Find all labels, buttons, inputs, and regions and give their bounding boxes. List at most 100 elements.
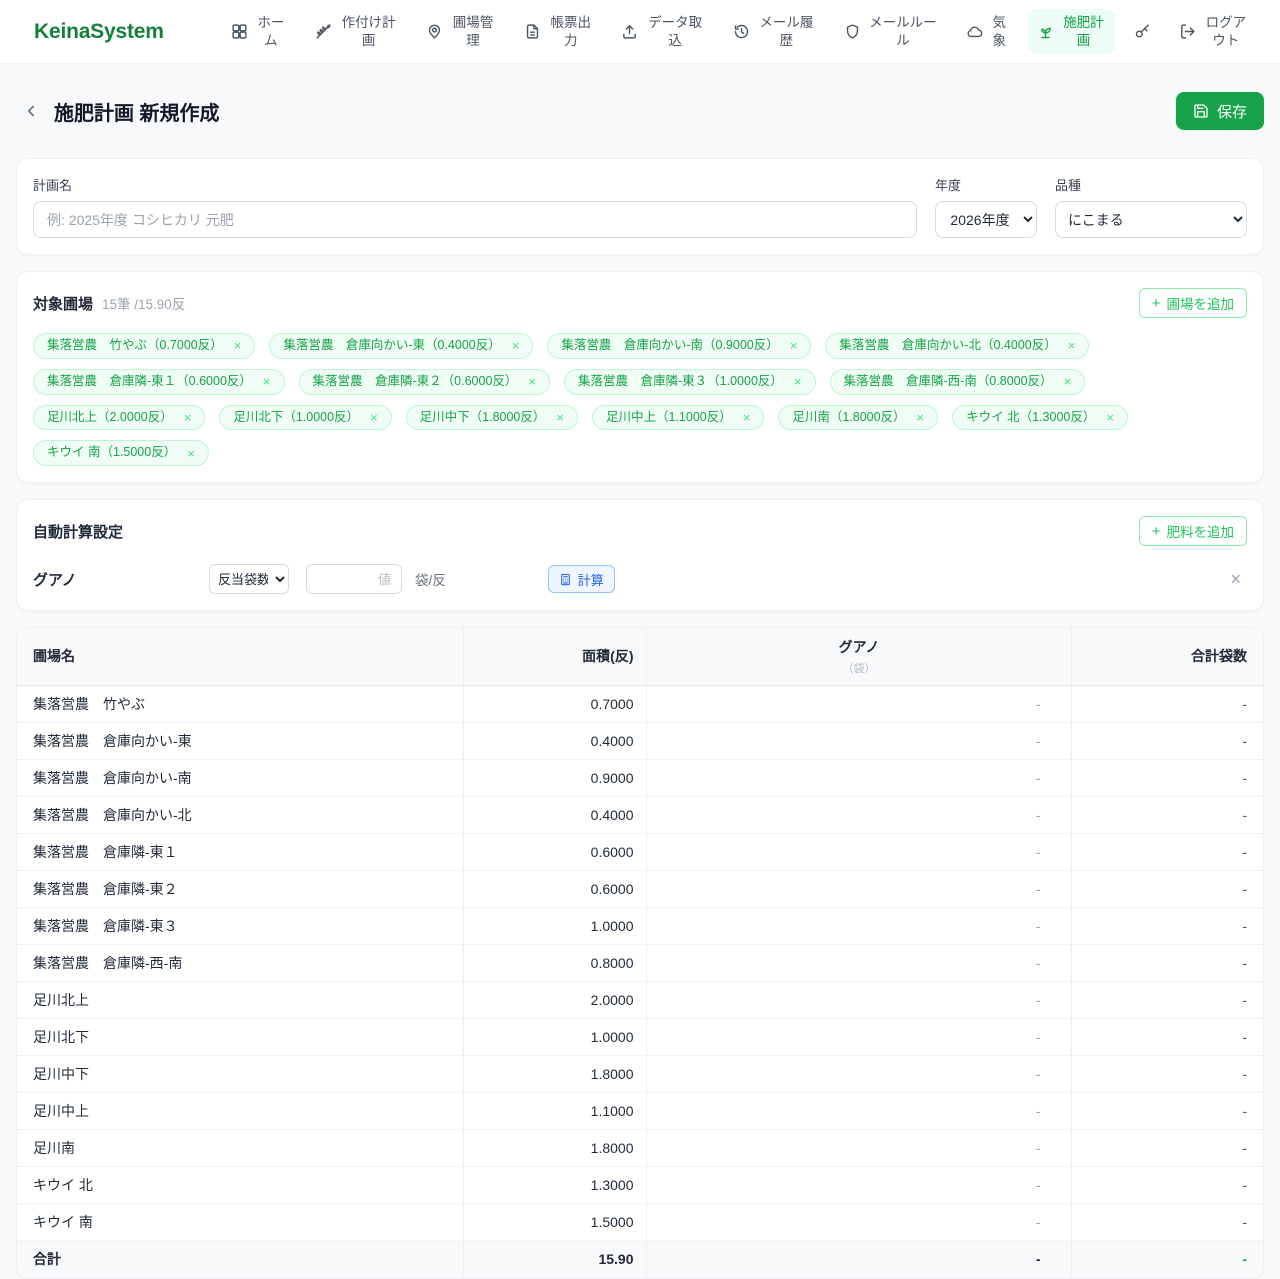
nav-label: データ取込 xyxy=(648,14,703,48)
auto-calc-title: 自動計算設定 xyxy=(33,523,124,541)
cell-total: - xyxy=(1070,759,1263,797)
cell-fertilizer: - xyxy=(645,1055,1071,1093)
calculate-button[interactable]: 計算 xyxy=(547,565,615,593)
nav-item-data-import[interactable]: データ取込 xyxy=(612,9,713,54)
nav-item-home[interactable]: ホーム xyxy=(222,9,296,54)
cell-field-name: 足川南 xyxy=(17,1129,463,1167)
field-tag: 集落営農 倉庫隣-東３（1.0000反） × xyxy=(564,368,816,395)
nav-label: 施肥計画 xyxy=(1063,14,1104,48)
field-tag-label: 足川北下（1.0000反） xyxy=(233,409,360,424)
table-row: キウイ 北 1.3000- - xyxy=(17,1166,1263,1204)
nav-label: メール履歴 xyxy=(759,14,814,48)
cell-field-name: 集落営農 倉庫隣-東１ xyxy=(17,833,463,871)
back-button[interactable] xyxy=(22,102,40,120)
remove-field-icon[interactable]: × xyxy=(184,411,192,424)
nav-label: 帳票出力 xyxy=(550,14,591,48)
page-header: 施肥計画 新規作成 保存 xyxy=(0,64,1280,130)
cell-total: - xyxy=(1070,833,1263,871)
cell-field-name: 集落営農 倉庫向かい-東 xyxy=(17,722,463,760)
cell-area: 0.4000 xyxy=(462,722,646,760)
total-area: 15.90 xyxy=(462,1239,646,1278)
table-row: 集落営農 倉庫向かい-東 0.4000- - xyxy=(17,722,1263,760)
remove-field-icon[interactable]: × xyxy=(556,411,564,424)
add-field-button[interactable]: + 圃場を追加 xyxy=(1138,288,1247,318)
wheat-icon xyxy=(315,23,332,40)
nav-item-report-output[interactable]: 帳票出力 xyxy=(515,9,603,54)
target-fields-summary: 15筆 /15.90反 xyxy=(102,297,186,312)
field-tag-label: 集落営農 倉庫向かい-北（0.4000反） xyxy=(839,338,1057,352)
remove-field-icon[interactable]: × xyxy=(794,375,802,388)
table-header-row: 圃場名 面積(反) グアノ （袋） 合計袋数 xyxy=(17,628,1263,686)
nav-item-mail-rules[interactable]: メールルール xyxy=(835,9,947,54)
field-tag-label: 足川北上（2.0000反） xyxy=(47,409,173,424)
cell-field-name: 集落営農 倉庫隣-西-南 xyxy=(17,944,463,982)
remove-field-icon[interactable]: × xyxy=(917,411,925,424)
nav-item-logout[interactable]: ログアウト xyxy=(1170,9,1258,54)
nav-label: 作付け計画 xyxy=(341,14,396,48)
field-tag: キウイ 北（1.3000反） × xyxy=(952,404,1128,431)
total-label: 合計 xyxy=(17,1239,463,1278)
cell-field-name: 足川中下 xyxy=(17,1055,463,1093)
cell-fertilizer: - xyxy=(645,796,1071,834)
cell-fertilizer: - xyxy=(645,1129,1071,1167)
cell-fertilizer: - xyxy=(645,1092,1071,1130)
cell-area: 0.6000 xyxy=(462,870,646,908)
nav-item-weather[interactable]: 気象 xyxy=(957,9,1018,54)
add-fertilizer-button[interactable]: + 肥料を追加 xyxy=(1138,516,1247,546)
grid-icon xyxy=(231,23,248,40)
table-row: 集落営農 倉庫向かい-北 0.4000- - xyxy=(17,796,1263,834)
remove-field-icon[interactable]: × xyxy=(187,447,195,460)
nav-label: メールルール xyxy=(869,14,937,48)
remove-field-icon[interactable]: × xyxy=(528,375,536,388)
remove-field-icon[interactable]: × xyxy=(234,339,242,352)
remove-fertilizer-icon[interactable]: × xyxy=(1230,570,1241,588)
field-tag-label: 集落営農 倉庫隣-東１（0.6000反） xyxy=(47,373,252,388)
cell-total: - xyxy=(1070,1129,1263,1167)
field-tag-label: 集落営農 倉庫向かい-南（0.9000反） xyxy=(561,338,779,352)
remove-field-icon[interactable]: × xyxy=(263,375,271,388)
auto-calc-card: 自動計算設定 + 肥料を追加 グアノ 反当袋数 袋/反 計算 × xyxy=(16,499,1264,611)
nav-item-fertilization-plan[interactable]: 施肥計画 xyxy=(1027,8,1116,55)
nav-item-password[interactable] xyxy=(1125,18,1160,45)
remove-field-icon[interactable]: × xyxy=(1068,339,1076,352)
plan-name-input[interactable] xyxy=(33,201,917,238)
page-title: 施肥計画 新規作成 xyxy=(54,102,220,125)
variety-label: 品種 xyxy=(1055,178,1082,193)
calc-mode-select[interactable]: 反当袋数 xyxy=(209,564,289,594)
save-button[interactable]: 保存 xyxy=(1175,92,1264,130)
table-row: キウイ 南 1.5000- - xyxy=(17,1203,1263,1241)
shield-icon xyxy=(844,23,861,40)
remove-field-icon[interactable]: × xyxy=(512,339,520,352)
year-select[interactable]: 2026年度 xyxy=(935,201,1037,238)
table-row: 足川中下 1.8000- - xyxy=(17,1055,1263,1093)
variety-select[interactable]: にこまる xyxy=(1055,201,1247,238)
nav-item-mail-history[interactable]: メール履歴 xyxy=(724,9,825,54)
brand-logo[interactable]: KeinaSystem xyxy=(34,20,164,44)
field-tag-list: 集落営農 竹やぶ（0.7000反） × 集落営農 倉庫向かい-東（0.4000反）… xyxy=(33,333,1247,466)
field-tag-label: 集落営農 竹やぶ（0.7000反） xyxy=(47,338,223,352)
cell-total: - xyxy=(1070,1092,1263,1130)
field-tag-label: 足川中上（1.1000反） xyxy=(605,409,732,424)
fertilizer-name: グアノ xyxy=(33,571,77,589)
remove-field-icon[interactable]: × xyxy=(370,411,378,424)
remove-field-icon[interactable]: × xyxy=(743,411,751,424)
remove-field-icon[interactable]: × xyxy=(1064,375,1072,388)
field-tag: 集落営農 倉庫隣-西-南（0.8000反） × xyxy=(829,368,1086,395)
nav-item-cropping-plan[interactable]: 作付け計画 xyxy=(306,9,407,54)
cell-fertilizer: - xyxy=(645,1166,1071,1204)
remove-field-icon[interactable]: × xyxy=(1106,411,1114,424)
upload-icon xyxy=(621,23,638,40)
cell-field-name: 足川北上 xyxy=(17,981,463,1019)
column-header-fertilizer: グアノ （袋） xyxy=(645,628,1071,686)
cell-total: - xyxy=(1070,981,1263,1019)
plus-icon: + xyxy=(1151,522,1161,540)
plus-icon: + xyxy=(1151,294,1161,312)
field-tag: 足川南（1.8000反） × xyxy=(778,404,939,431)
cell-area: 1.8000 xyxy=(462,1055,646,1093)
target-fields-title: 対象圃場 xyxy=(33,295,94,313)
remove-field-icon[interactable]: × xyxy=(790,339,798,352)
table-row: 足川中上 1.1000- - xyxy=(17,1092,1263,1130)
cell-area: 2.0000 xyxy=(462,981,646,1019)
nav-item-field-management[interactable]: 圃場管理 xyxy=(417,9,505,54)
calc-value-input[interactable] xyxy=(306,564,402,594)
